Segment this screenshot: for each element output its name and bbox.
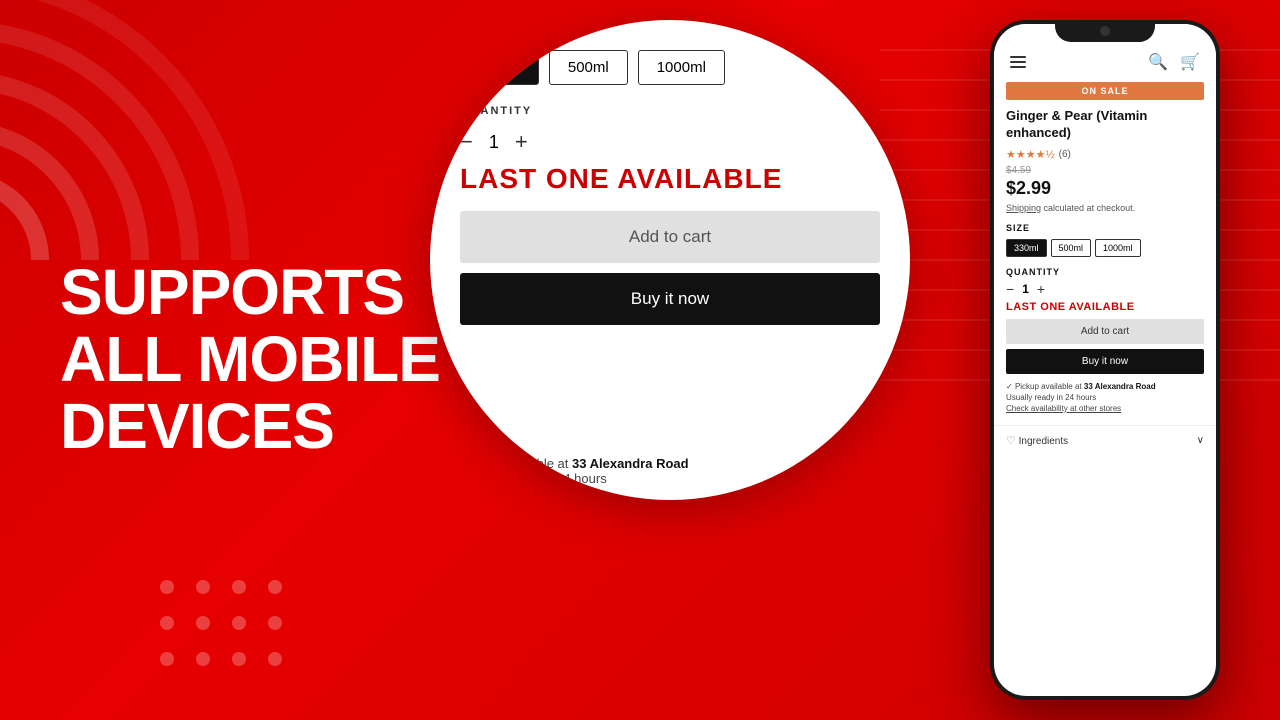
size-btn-330[interactable]: 330ml [1006,239,1047,257]
review-count: (6) [1059,149,1071,160]
cart-icon[interactable]: 🛒 [1180,52,1200,72]
shipping-link[interactable]: Shipping [1006,203,1041,213]
size-btn-500[interactable]: 500ml [1051,239,1092,257]
pickup-info: ✓ Pickup available at 33 Alexandra Road [1006,382,1204,391]
qty-increase-btn[interactable]: + [1037,281,1045,297]
ready-text: Usually ready in 24 hours [1006,393,1204,402]
hamburger-menu-icon[interactable] [1010,56,1026,68]
search-icon[interactable]: 🔍 [1148,52,1168,72]
original-price: $4.59 [1006,165,1204,176]
decorative-dots [160,580,286,670]
decorative-arcs [0,0,260,260]
size-btn-1000[interactable]: 1000ml [1095,239,1141,257]
product-card: ON SALE Ginger & Pear (Vitamin enhanced)… [994,82,1216,425]
circle-size-500[interactable]: 500ml [549,50,628,85]
circle-last-one-label: LAST ONE AVAILABLE [460,163,880,195]
size-label: SIZE [1006,223,1204,233]
circle-qty-value: 1 [489,132,499,153]
qty-label: QUANTITY [1006,267,1204,277]
circle-add-to-cart-button[interactable]: Add to cart [460,211,880,263]
chevron-down-icon: ∨ [1197,435,1204,446]
size-buttons: 330ml 500ml 1000ml [1006,239,1204,257]
phone-notch [1055,20,1155,42]
circle-qty-label: QUANTITY [460,105,880,117]
phone-screen: 🔍 🛒 ON SALE Ginger & Pear (Vitamin enhan… [994,24,1216,696]
last-one-label: LAST ONE AVAILABLE [1006,301,1204,313]
star-rating: ★★★★½ [1006,148,1055,161]
buy-now-button[interactable]: Buy it now [1006,349,1204,374]
qty-decrease-btn[interactable]: − [1006,281,1014,297]
circle-buy-now-button[interactable]: Buy it now [460,273,880,325]
circle-qty-increase[interactable]: + [515,129,528,155]
qty-value: 1 [1022,282,1029,296]
phone-mockup: 🔍 🛒 ON SALE Ginger & Pear (Vitamin enhan… [990,20,1220,700]
on-sale-badge: ON SALE [1006,82,1204,100]
sale-price: $2.99 [1006,178,1204,199]
add-to-cart-button[interactable]: Add to cart [1006,319,1204,344]
heart-icon: ♡ [1006,435,1016,447]
ingredients-row[interactable]: ♡ Ingredients ∨ [994,425,1216,455]
shipping-info: Shipping calculated at checkout. [1006,203,1204,213]
check-availability-link[interactable]: Check availability at other stores [1006,404,1204,413]
magnify-circle: 330ml 500ml 1000ml QUANTITY − 1 + LAST O… [430,20,910,500]
ingredients-label: Ingredients [1019,436,1068,447]
phone-camera [1100,26,1110,36]
circle-size-1000[interactable]: 1000ml [638,50,725,85]
product-title: Ginger & Pear (Vitamin enhanced) [1006,108,1204,142]
